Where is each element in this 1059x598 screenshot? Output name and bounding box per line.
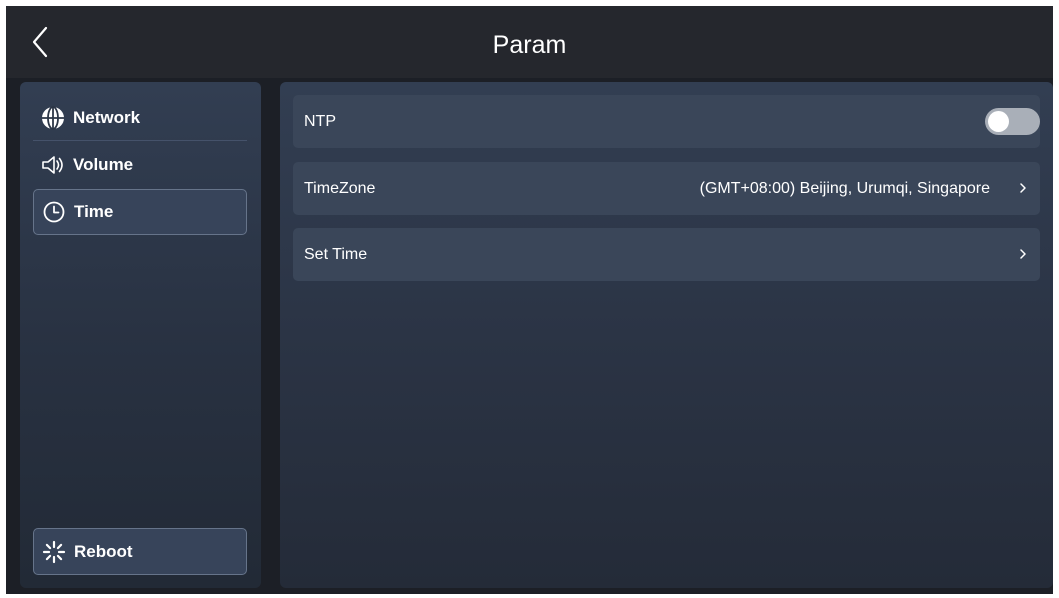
chevron-left-icon [32,26,48,58]
page-title: Param [492,31,567,59]
toggle-knob [988,111,1009,132]
sidebar: Network Volume Time Reboot [20,82,261,588]
ntp-row: NTP [293,95,1040,148]
ntp-label: NTP [304,112,336,130]
ntp-toggle[interactable] [985,108,1040,135]
sidebar-item-volume[interactable]: Volume [33,142,247,188]
set-time-label: Set Time [304,245,368,263]
sidebar-item-time[interactable]: Time [33,189,247,235]
timezone-label: TimeZone [304,179,376,197]
param-screen: Param Network Volume Time Reboot NTP Tim… [6,6,1053,594]
timezone-row[interactable]: TimeZone (GMT+08:00) Beijing, Urumqi, Si… [293,162,1040,215]
settings-panel: NTP TimeZone (GMT+08:00) Beijing, Urumqi… [280,82,1053,588]
reboot-label: Reboot [74,541,133,561]
sidebar-item-label: Time [74,202,114,221]
clock-icon [41,199,67,225]
sidebar-item-label: Volume [73,155,134,174]
sidebar-item-label: Network [73,108,141,127]
loading-spinner-icon [41,539,67,565]
globe-icon [40,105,66,131]
reboot-button[interactable]: Reboot [33,528,247,575]
speaker-icon [40,152,66,178]
timezone-value: (GMT+08:00) Beijing, Urumqi, Singapore [699,179,990,197]
chevron-right-icon [1012,247,1034,263]
sidebar-item-network[interactable]: Network [33,95,247,141]
sidebar-divider [33,140,247,141]
back-button[interactable] [26,24,56,60]
top-bar: Param [6,6,1053,78]
chevron-right-icon [1012,181,1034,197]
set-time-row[interactable]: Set Time [293,228,1040,281]
